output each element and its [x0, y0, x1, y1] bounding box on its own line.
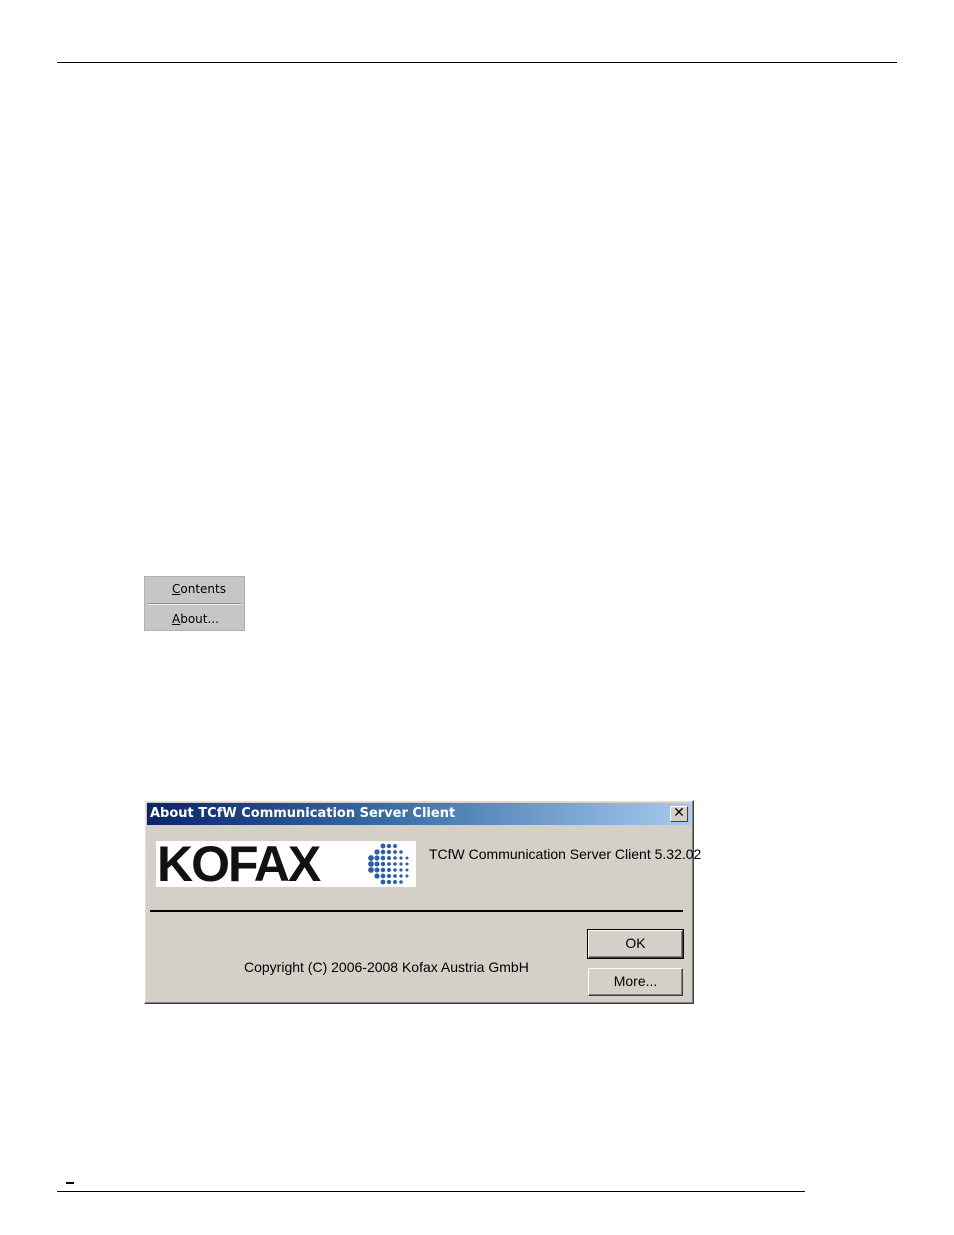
dialog-titlebar[interactable]: About TCfW Communication Server Client ✕ — [147, 803, 691, 825]
globe-dot — [405, 874, 409, 878]
globe-dot — [399, 862, 403, 866]
about-dialog: About TCfW Communication Server Client ✕… — [144, 800, 701, 1004]
globe-dot — [393, 850, 397, 854]
globe-dot — [393, 844, 397, 848]
globe-dot — [405, 868, 409, 872]
close-button[interactable]: ✕ — [670, 805, 688, 822]
globe-dot — [387, 856, 391, 860]
help-menu: Contents About... — [144, 576, 245, 631]
menu-item-about[interactable]: About... — [172, 610, 219, 628]
globe-dot — [399, 856, 403, 860]
kofax-globe-icon — [368, 843, 409, 885]
menu-item-about-accelerator: A — [172, 612, 181, 626]
globe-dot — [374, 867, 380, 873]
globe-dot — [386, 879, 392, 885]
dialog-separator — [150, 910, 683, 912]
globe-dot — [374, 861, 380, 867]
menu-item-contents[interactable]: Contents — [172, 580, 226, 598]
globe-dot — [405, 862, 409, 866]
globe-dot — [386, 849, 392, 855]
footer-rule — [57, 1191, 805, 1192]
globe-dot — [368, 867, 374, 873]
globe-dot — [368, 855, 374, 861]
globe-dot — [386, 843, 392, 849]
globe-dot — [380, 843, 386, 849]
menu-separator — [148, 603, 241, 605]
header-rule — [57, 62, 897, 63]
globe-dot — [393, 856, 397, 860]
kofax-logo-text: KOFAX — [157, 836, 321, 892]
footer-mark — [66, 1182, 74, 1184]
copyright-text: Copyright (C) 2006-2008 Kofax Austria Gm… — [244, 959, 529, 975]
globe-dot — [387, 862, 391, 866]
kofax-logo: KOFAX — [156, 836, 416, 892]
globe-dot — [393, 868, 397, 872]
globe-dot — [399, 868, 403, 872]
globe-dot — [387, 868, 391, 872]
globe-dot — [393, 874, 397, 878]
globe-dot — [393, 880, 397, 884]
globe-dot — [399, 850, 403, 854]
globe-dot — [380, 855, 386, 861]
close-icon: ✕ — [673, 805, 685, 821]
globe-dot — [368, 861, 374, 867]
globe-dot — [374, 855, 380, 861]
globe-dot — [399, 880, 403, 884]
globe-dot — [374, 849, 380, 855]
globe-dot — [399, 874, 403, 878]
globe-dot — [380, 849, 386, 855]
menu-item-contents-label: ontents — [180, 582, 226, 596]
globe-dot — [380, 879, 386, 885]
ok-button[interactable]: OK — [587, 929, 684, 959]
product-name: TCfW Communication Server Client 5.32.02 — [429, 846, 702, 862]
dialog-title: About TCfW Communication Server Client — [150, 806, 456, 821]
globe-dot — [380, 861, 386, 867]
more-button[interactable]: More... — [588, 968, 683, 996]
menu-item-about-label: bout... — [180, 612, 219, 626]
globe-dot — [380, 873, 386, 879]
globe-dot — [386, 873, 392, 879]
globe-dot — [393, 862, 397, 866]
globe-dot — [405, 856, 409, 860]
globe-dot — [380, 867, 386, 873]
globe-dot — [374, 873, 380, 879]
